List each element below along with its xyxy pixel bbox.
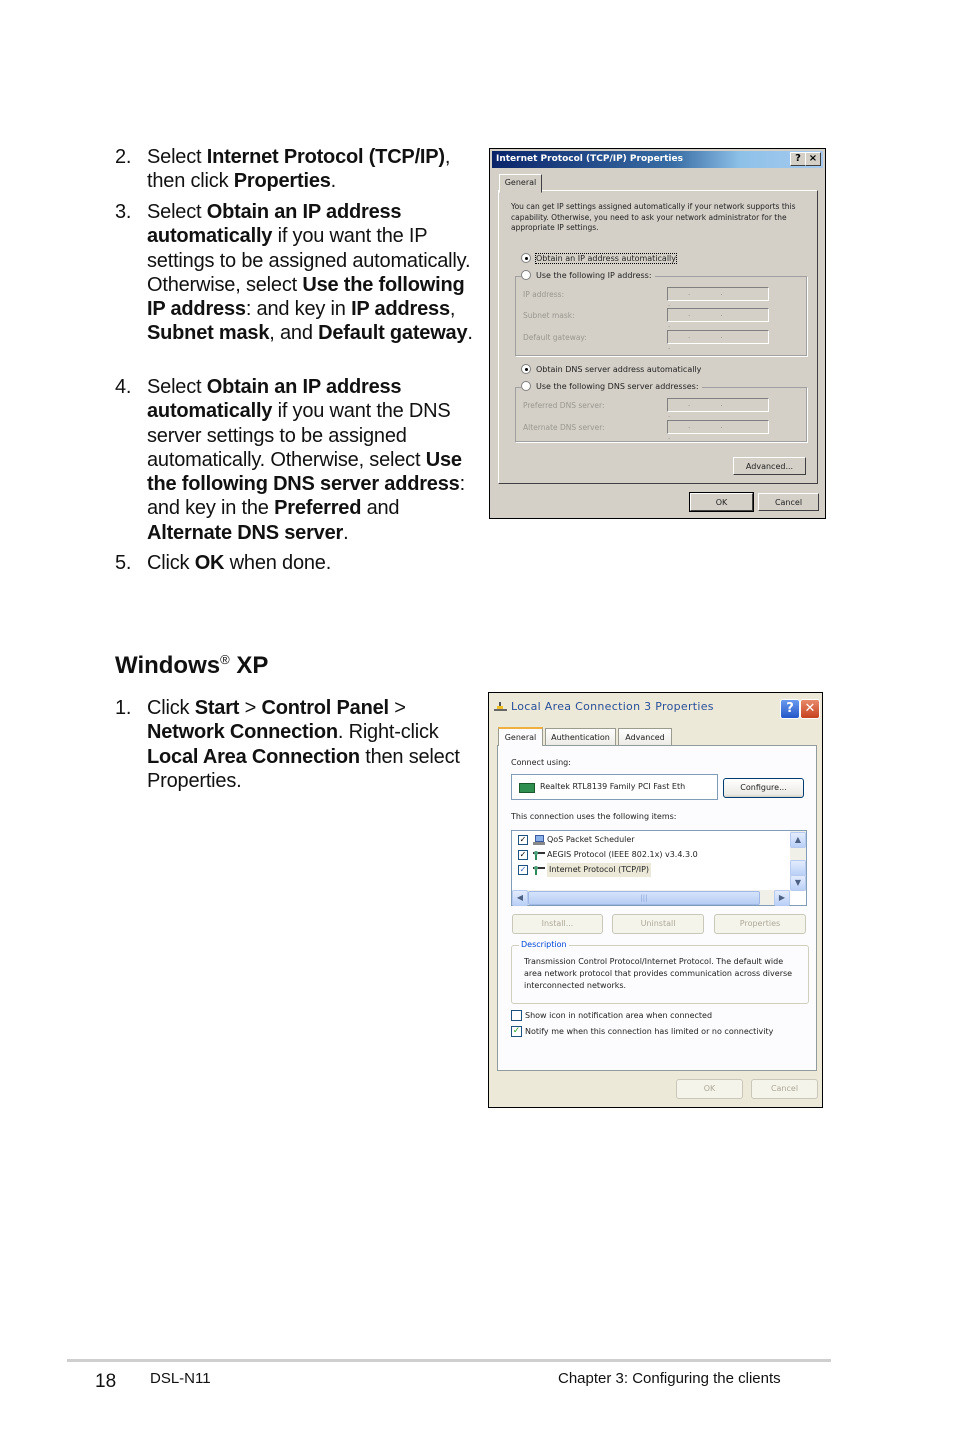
description-text: Transmission Control Protocol/Internet P… — [524, 957, 793, 990]
default-gateway-label: Default gateway: — [523, 333, 587, 342]
registered-mark: ® — [220, 652, 230, 667]
adapter-field: Realtek RTL8139 Family PCI Fast Eth — [511, 774, 718, 800]
radio-selected-icon — [521, 364, 531, 374]
footer-divider — [67, 1359, 831, 1362]
scroll-right-icon[interactable]: ▶ — [774, 890, 790, 906]
checkbox-checked-icon[interactable]: ✓ — [518, 865, 528, 875]
description-label: Description — [519, 940, 569, 949]
ip-address-label: IP address: — [523, 290, 565, 299]
subnet-mask-label: Subnet mask: — [523, 311, 575, 320]
dialog-title-bar: Internet Protocol (TCP/IP) Properties — [492, 151, 823, 168]
scroll-down-icon[interactable]: ▼ — [790, 875, 806, 891]
components-list[interactable]: ✓ QoS Packet Scheduler ✓ AEGIS Protocol … — [511, 830, 807, 906]
ok-button[interactable]: OK — [689, 492, 754, 512]
help-button[interactable]: ? — [780, 699, 800, 719]
tcpip-properties-dialog: Internet Protocol (TCP/IP) Properties ? … — [489, 148, 826, 519]
use-following-dns-radio[interactable]: Use the following DNS server addresses: — [521, 381, 702, 391]
install-button[interactable]: Install... — [512, 914, 603, 934]
list-item-selected[interactable]: ✓ Internet Protocol (TCP/IP) — [518, 863, 652, 877]
step-3: 3. Select Obtain an IP address automatic… — [115, 200, 475, 346]
configure-button[interactable]: Configure... — [723, 778, 804, 798]
radio-unselected-icon — [521, 381, 531, 391]
lan-properties-dialog: Local Area Connection 3 Properties ? ✕ G… — [488, 692, 823, 1108]
show-icon-checkbox[interactable]: Show icon in notification area when conn… — [511, 1010, 712, 1021]
step-text: Click Start > Control Panel > Network Co… — [147, 697, 460, 792]
alternate-dns-label: Alternate DNS server: — [523, 423, 605, 432]
use-following-ip-radio[interactable]: Use the following IP address: — [521, 270, 655, 280]
properties-button[interactable]: Properties — [714, 914, 806, 934]
preferred-dns-field[interactable]: . . . — [667, 398, 769, 419]
section-heading: Windows® XP — [115, 652, 269, 679]
list-item[interactable]: ✓ QoS Packet Scheduler — [518, 833, 635, 847]
step-number: 4. — [115, 376, 132, 398]
advanced-button[interactable]: Advanced... — [733, 457, 806, 475]
step-text: Click OK when done. — [147, 552, 332, 574]
step-number: 2. — [115, 146, 132, 168]
scroll-left-icon[interactable]: ◀ — [512, 890, 528, 906]
radio-selected-icon — [521, 253, 531, 263]
tab-general[interactable]: General — [498, 727, 543, 746]
vertical-scrollbar[interactable]: ▲ ▼ — [790, 831, 806, 891]
model-name: DSL-N11 — [150, 1370, 211, 1387]
help-button[interactable]: ? — [790, 152, 806, 166]
step-text: Select Internet Protocol (TCP/IP), then … — [147, 146, 451, 193]
cancel-button[interactable]: Cancel — [758, 493, 819, 511]
computer-icon — [533, 835, 545, 845]
checkbox-unchecked-icon[interactable] — [511, 1010, 522, 1021]
scroll-thumb[interactable]: ||| — [528, 891, 760, 905]
obtain-dns-auto-radio[interactable]: Obtain DNS server address automatically — [521, 364, 701, 374]
scroll-thumb[interactable] — [790, 860, 806, 876]
tab-authentication[interactable]: Authentication — [545, 728, 616, 745]
close-button[interactable]: × — [805, 152, 821, 166]
tab-general[interactable]: General — [499, 174, 542, 193]
preferred-dns-label: Preferred DNS server: — [523, 401, 605, 410]
step-number: 1. — [115, 697, 132, 719]
notify-checkbox[interactable]: ✓ Notify me when this connection has lim… — [511, 1026, 773, 1037]
ip-address-field[interactable]: . . . — [667, 287, 769, 308]
step-number: 3. — [115, 201, 132, 223]
items-label: This connection uses the following items… — [511, 812, 677, 821]
step-number: 5. — [115, 552, 132, 574]
checkbox-checked-icon[interactable]: ✓ — [511, 1026, 522, 1037]
chapter-title: Chapter 3: Configuring the clients — [558, 1370, 781, 1387]
scroll-up-icon[interactable]: ▲ — [790, 832, 806, 848]
dialog-title: Local Area Connection 3 Properties — [511, 700, 714, 713]
step-4: 4. Select Obtain an IP address automatic… — [115, 375, 475, 545]
dialog-title-bar: Local Area Connection 3 Properties — [489, 693, 822, 721]
close-button[interactable]: ✕ — [800, 699, 820, 719]
step-5: 5. Click OK when done. — [115, 551, 475, 575]
default-gateway-field[interactable]: . . . — [667, 330, 769, 351]
alternate-dns-field[interactable]: . . . — [667, 420, 769, 441]
protocol-icon — [533, 866, 545, 875]
step-text: Select Obtain an IP address automaticall… — [147, 376, 465, 544]
step-text: Select Obtain an IP address automaticall… — [147, 201, 473, 345]
dialog-title: Internet Protocol (TCP/IP) Properties — [496, 154, 683, 164]
page-number: 18 — [95, 1371, 117, 1392]
cancel-button[interactable]: Cancel — [751, 1079, 818, 1099]
list-item[interactable]: ✓ AEGIS Protocol (IEEE 802.1x) v3.4.3.0 — [518, 848, 698, 862]
obtain-ip-auto-radio[interactable]: Obtain an IP address automatically — [521, 252, 678, 264]
xp-step-1: 1. Click Start > Control Panel > Network… — [115, 696, 475, 793]
intro-text: You can get IP settings assigned automat… — [511, 202, 796, 232]
checkbox-checked-icon[interactable]: ✓ — [518, 835, 528, 845]
tab-advanced[interactable]: Advanced — [618, 728, 672, 745]
uninstall-button[interactable]: Uninstall — [612, 914, 704, 934]
horizontal-scrollbar[interactable]: ◀ ||| ▶ — [512, 890, 790, 906]
checkbox-checked-icon[interactable]: ✓ — [518, 850, 528, 860]
ok-button[interactable]: OK — [676, 1079, 743, 1099]
connect-using-label: Connect using: — [511, 758, 571, 767]
subnet-mask-field[interactable]: . . . — [667, 308, 769, 329]
radio-unselected-icon — [521, 270, 531, 280]
network-card-icon — [519, 783, 535, 793]
network-connection-icon — [494, 702, 507, 711]
protocol-icon — [533, 851, 545, 860]
step-2: 2. Select Internet Protocol (TCP/IP), th… — [115, 145, 475, 194]
